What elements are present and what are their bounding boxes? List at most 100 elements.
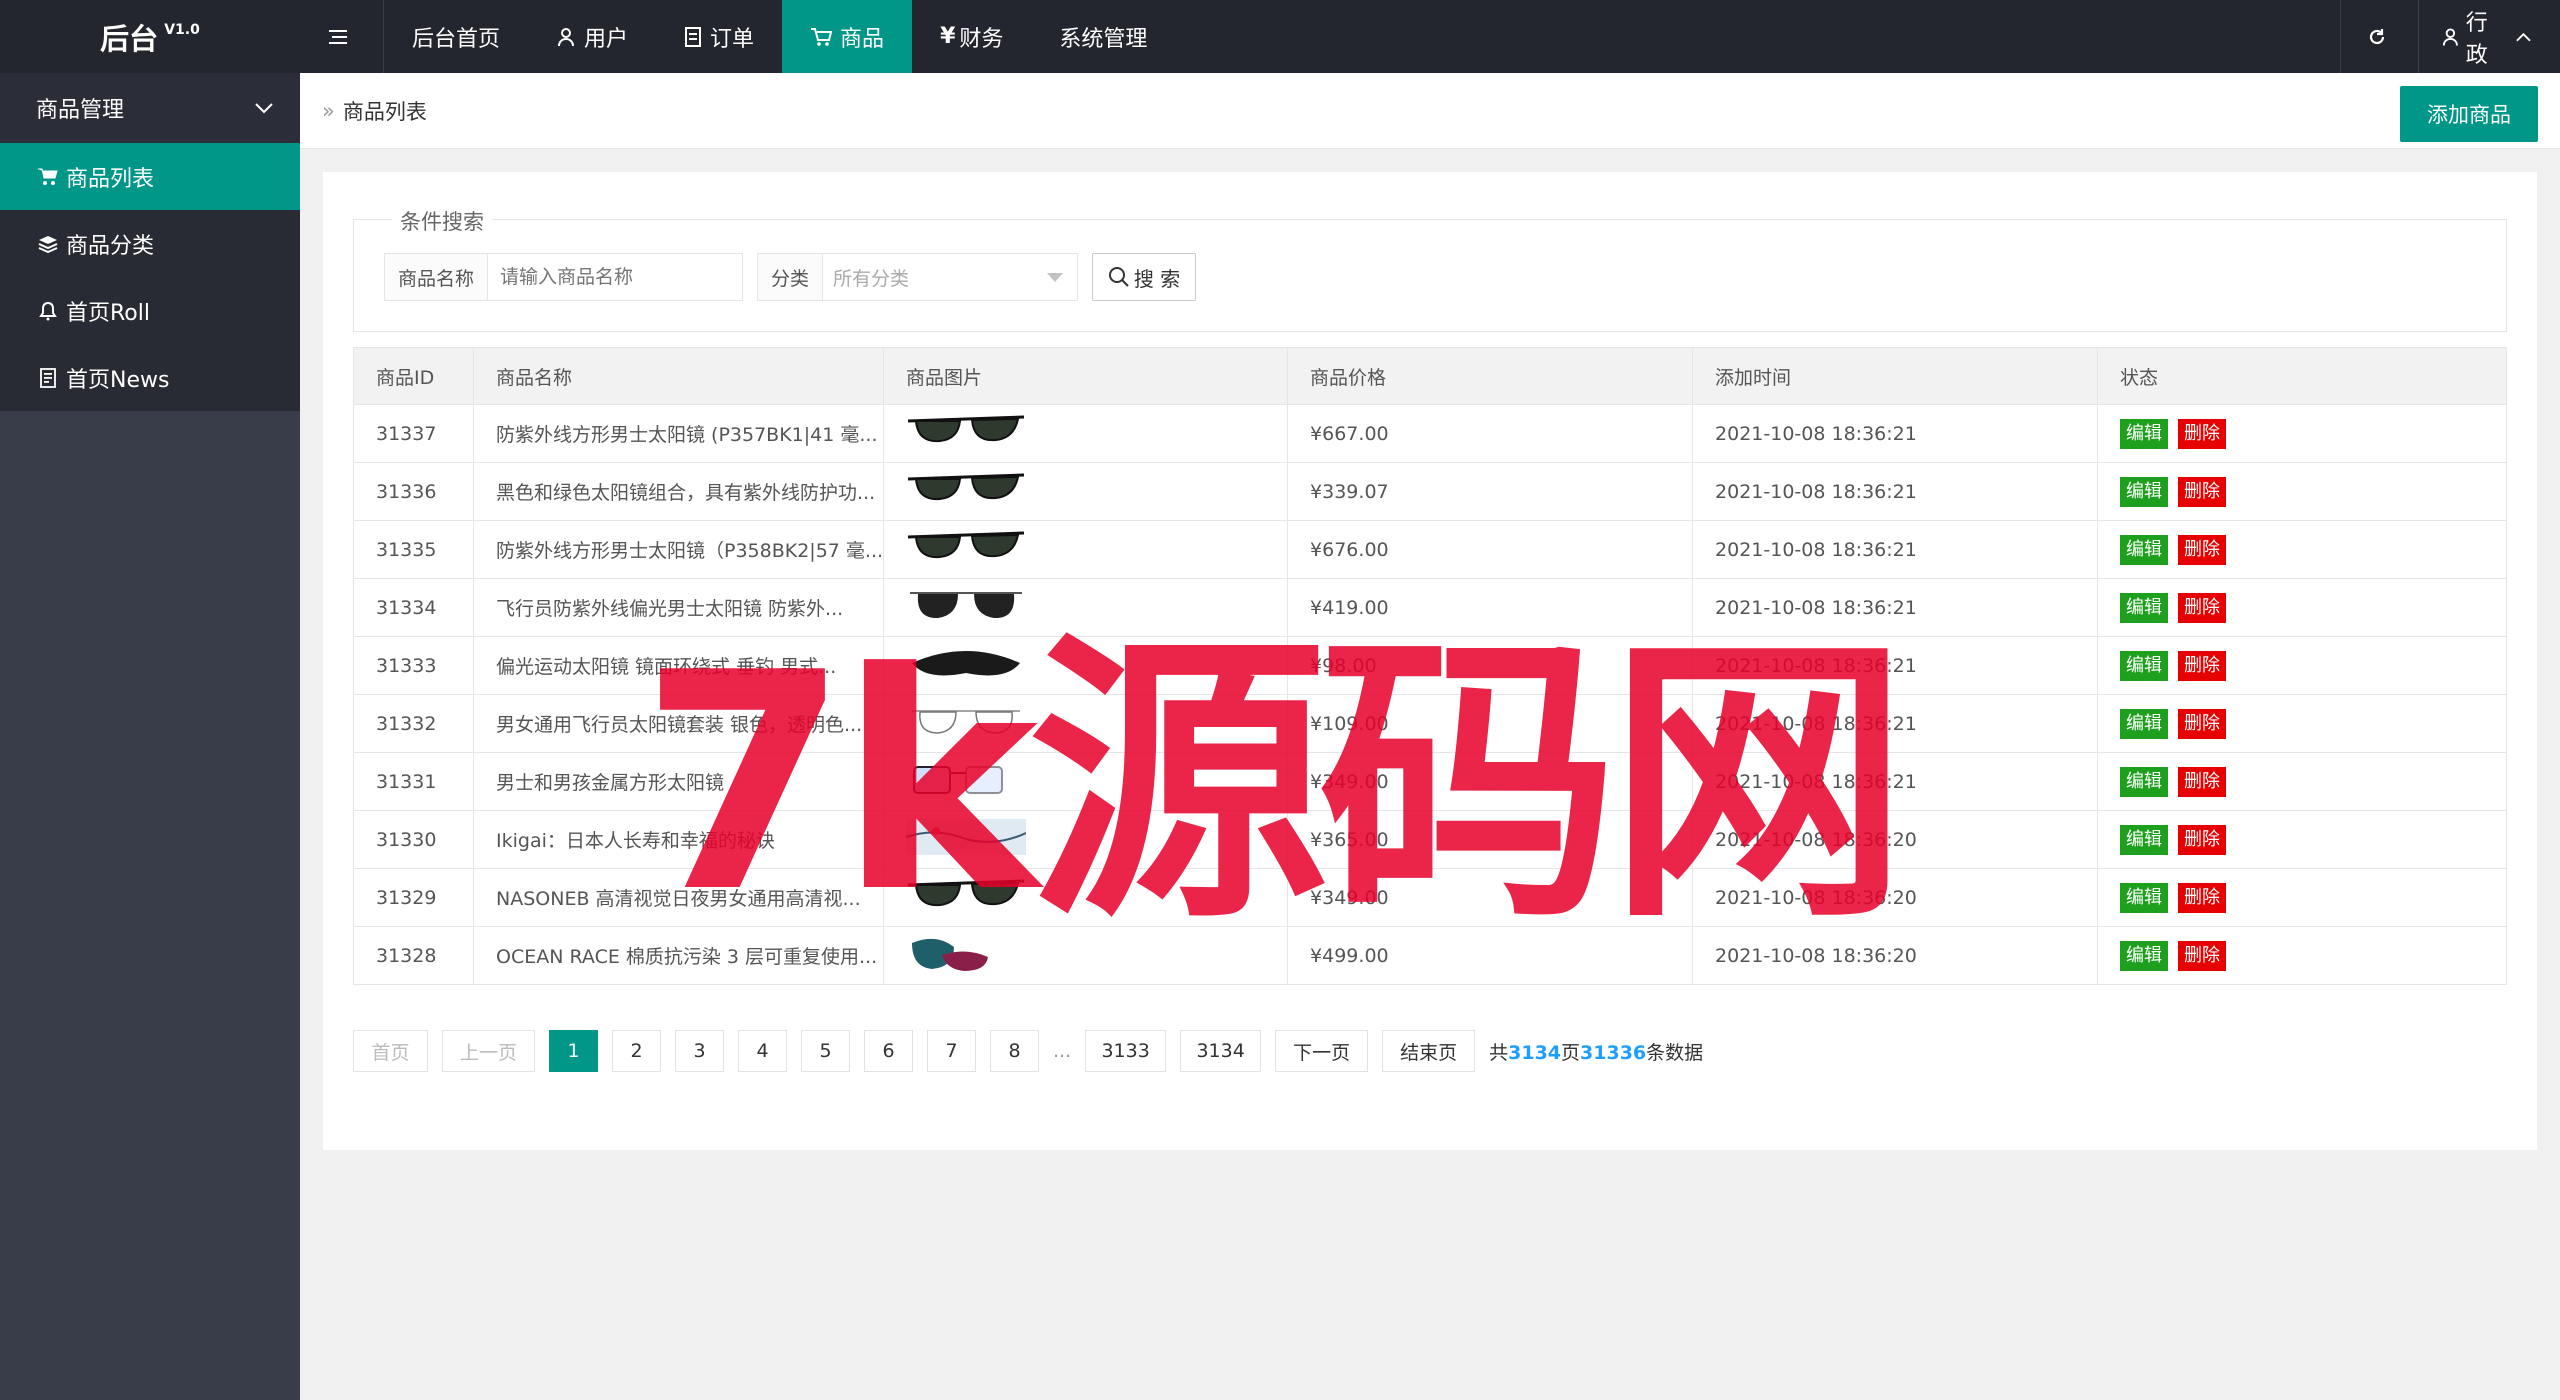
col-header-id[interactable]: 商品ID [353, 347, 474, 405]
sidebar-item-home-roll[interactable]: 首页Roll [0, 277, 300, 344]
pager-page[interactable]: 4 [738, 1030, 787, 1072]
category-select[interactable]: 所有分类 [823, 254, 1078, 300]
cell-status: 编辑 删除 [2097, 578, 2507, 637]
nav-finance[interactable]: ¥ 财务 [912, 0, 1031, 73]
delete-button[interactable]: 删除 [2178, 940, 2227, 971]
category-label: 分类 [758, 254, 824, 300]
pager-next[interactable]: 下一页 [1275, 1030, 1369, 1072]
sidebar-item-product-list[interactable]: 商品列表 [0, 143, 300, 210]
yen-icon: ¥ [940, 24, 956, 49]
product-image[interactable] [906, 701, 1026, 741]
pager-page[interactable]: 7 [927, 1030, 976, 1072]
pager-total-items: 31336 [1580, 1041, 1647, 1064]
sidebar-item-home-news[interactable]: 首页News [0, 344, 300, 411]
sidebar-group-product[interactable]: 商品管理 [0, 73, 300, 143]
cell-status: 编辑 删除 [2097, 404, 2507, 463]
search-fieldset: 条件搜索 商品名称 分类 所有分类 搜 索 [353, 206, 2507, 332]
delete-button[interactable]: 删除 [2178, 708, 2227, 739]
product-image[interactable] [906, 411, 1026, 451]
sidebar-item-product-category[interactable]: 商品分类 [0, 210, 300, 277]
nav-system[interactable]: 系统管理 [1031, 0, 1175, 73]
pager-info: 共3134页31336条数据 [1489, 1038, 1703, 1065]
delete-button[interactable]: 删除 [2178, 824, 2227, 855]
col-header-name[interactable]: 商品名称 [472, 347, 885, 405]
pager-page[interactable]: 6 [864, 1030, 913, 1072]
cell-time: 2021-10-08 18:36:21 [1692, 752, 2099, 811]
product-name-field: 商品名称 [384, 253, 744, 301]
cell-image [883, 810, 1289, 869]
cell-price: ¥349.00 [1287, 752, 1694, 811]
edit-button[interactable]: 编辑 [2120, 592, 2169, 623]
pager-first[interactable]: 首页 [353, 1030, 428, 1072]
nav-product[interactable]: 商品 [782, 0, 913, 73]
product-image[interactable] [906, 817, 1027, 857]
pager-page[interactable]: 8 [990, 1030, 1039, 1072]
edit-button[interactable]: 编辑 [2120, 824, 2169, 855]
col-header-image[interactable]: 商品图片 [883, 347, 1289, 405]
chevron-down-icon [255, 103, 273, 114]
pager-info-suffix: 条数据 [1646, 1041, 1704, 1064]
pager-page[interactable]: 1 [549, 1030, 598, 1072]
product-image[interactable] [906, 933, 1026, 973]
product-image[interactable] [906, 643, 1026, 683]
sidebar: 商品管理 商品列表 商品分类 首页Roll 首页News [0, 73, 300, 1400]
menu-toggle-button[interactable] [300, 0, 384, 73]
search-button[interactable]: 搜 索 [1092, 253, 1197, 301]
cell-name: 黑色和绿色太阳镜组合，具有紫外线防护功... [472, 462, 885, 521]
pager-page[interactable]: 3133 [1085, 1030, 1167, 1072]
col-header-price[interactable]: 商品价格 [1287, 347, 1694, 405]
col-header-time[interactable]: 添加时间 [1692, 347, 2099, 405]
product-image[interactable] [906, 469, 1026, 509]
cell-id: 31329 [353, 868, 474, 927]
pager-page[interactable]: 2 [612, 1030, 661, 1072]
col-header-status[interactable]: 状态 [2097, 347, 2507, 405]
refresh-button[interactable] [2340, 0, 2418, 73]
nav-user[interactable]: 用户 [528, 0, 656, 73]
edit-button[interactable]: 编辑 [2120, 650, 2169, 681]
edit-button[interactable]: 编辑 [2120, 418, 2169, 449]
nav-order[interactable]: 订单 [656, 0, 782, 73]
product-image[interactable] [906, 759, 1026, 799]
category-select-value: 所有分类 [833, 267, 910, 290]
bell-icon [36, 301, 60, 321]
pager-page[interactable]: 5 [801, 1030, 850, 1072]
delete-button[interactable]: 删除 [2178, 418, 2227, 449]
search-icon [1108, 267, 1129, 287]
delete-button[interactable]: 删除 [2178, 476, 2227, 507]
edit-button[interactable]: 编辑 [2120, 534, 2169, 565]
cell-image [883, 926, 1289, 985]
user-menu[interactable]: 行政 [2418, 0, 2560, 73]
nav-order-label: 订单 [710, 26, 755, 52]
cell-status: 编辑 删除 [2097, 810, 2507, 869]
edit-button[interactable]: 编辑 [2120, 708, 2169, 739]
app-logo[interactable]: 后台 V1.0 [0, 0, 300, 73]
product-name-input[interactable] [488, 254, 743, 300]
cell-price: ¥339.07 [1287, 462, 1694, 521]
product-image[interactable] [906, 527, 1026, 567]
delete-button[interactable]: 删除 [2178, 650, 2227, 681]
nav-home[interactable]: 后台首页 [384, 0, 528, 73]
edit-button[interactable]: 编辑 [2120, 476, 2169, 507]
table-row: 31337 防紫外线方形男士太阳镜 (P357BK1|41 毫... ¥667.00… [353, 404, 2507, 463]
delete-button[interactable]: 删除 [2178, 592, 2227, 623]
edit-button[interactable]: 编辑 [2120, 766, 2169, 797]
pager-page[interactable]: 3 [675, 1030, 724, 1072]
delete-button[interactable]: 删除 [2178, 534, 2227, 565]
cell-name: 防紫外线方形男士太阳镜 (P357BK1|41 毫... [472, 404, 885, 463]
user-icon [558, 27, 575, 46]
pager-page[interactable]: 3134 [1180, 1030, 1262, 1072]
product-image[interactable] [906, 875, 1026, 915]
edit-button[interactable]: 编辑 [2120, 940, 2169, 971]
search-legend: 条件搜索 [392, 206, 492, 236]
add-product-button[interactable]: 添加商品 [2400, 86, 2538, 142]
pager-prev[interactable]: 上一页 [442, 1030, 535, 1072]
search-button-label: 搜 索 [1133, 266, 1181, 291]
cell-price: ¥349.00 [1287, 868, 1694, 927]
edit-button[interactable]: 编辑 [2120, 882, 2169, 913]
cell-id: 31330 [353, 810, 474, 869]
delete-button[interactable]: 删除 [2178, 766, 2227, 797]
pager-last[interactable]: 结束页 [1382, 1030, 1476, 1072]
cell-time: 2021-10-08 18:36:21 [1692, 694, 2099, 753]
product-image[interactable] [906, 585, 1026, 625]
delete-button[interactable]: 删除 [2178, 882, 2227, 913]
